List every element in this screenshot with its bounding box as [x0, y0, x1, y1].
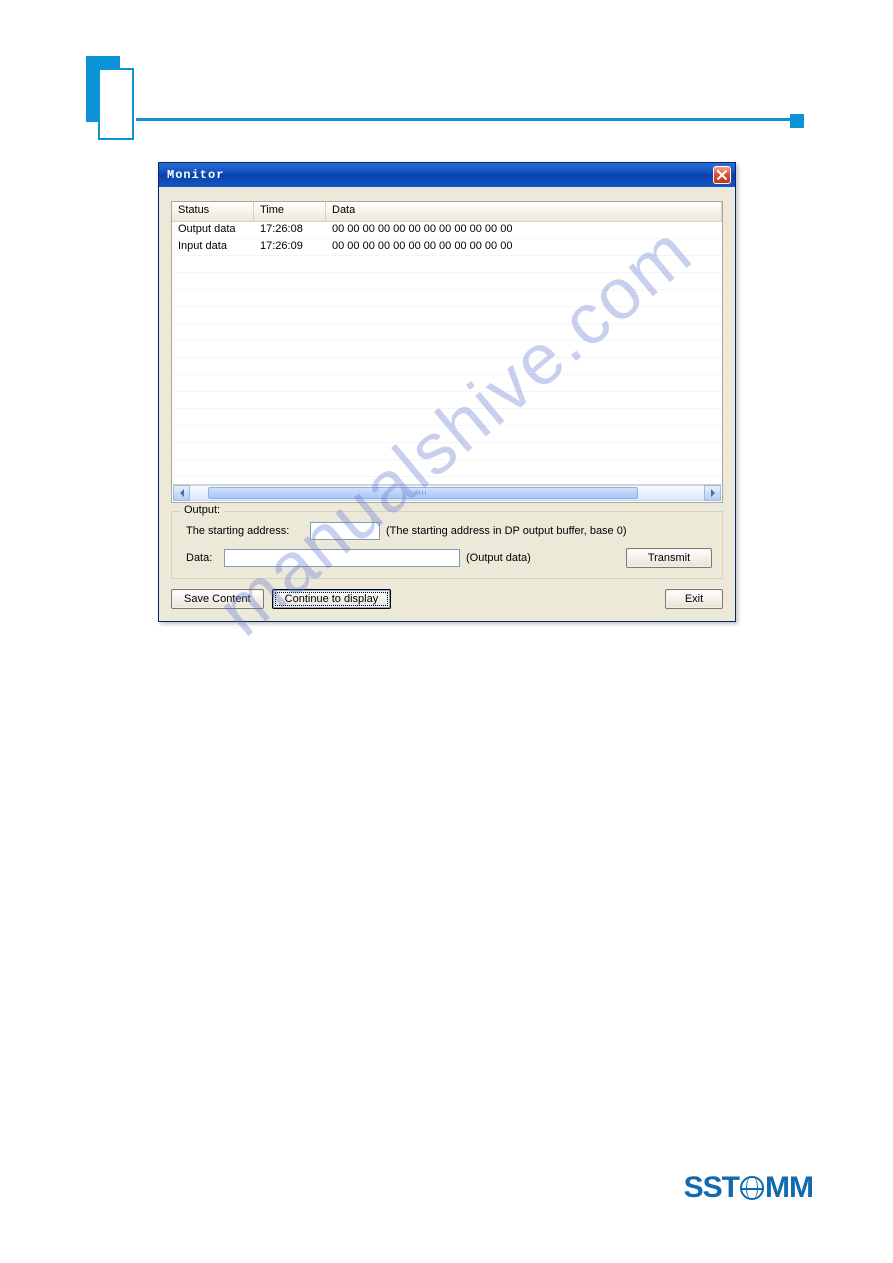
sstomm-logo: SST MM	[684, 1171, 813, 1205]
starting-address-hint: (The starting address in DP output buffe…	[386, 525, 627, 537]
dialog-body: Status Time Data Output data 17:26:08 00…	[159, 187, 735, 621]
data-input[interactable]	[224, 549, 460, 567]
save-content-button[interactable]: Save Content	[171, 589, 264, 609]
column-header-time[interactable]: Time	[254, 202, 326, 221]
logo-part-1: SST	[684, 1171, 739, 1205]
starting-address-label: The starting address:	[186, 525, 304, 537]
scroll-thumb[interactable]	[208, 487, 638, 499]
dialog-titlebar[interactable]: Monitor	[159, 163, 735, 187]
table-body[interactable]: Output data 17:26:08 00 00 00 00 00 00 0…	[172, 222, 722, 484]
starting-address-input[interactable]	[310, 522, 380, 540]
dialog-title: Monitor	[167, 168, 224, 182]
table-row[interactable]: Input data 17:26:09 00 00 00 00 00 00 00…	[172, 239, 722, 256]
cell-data: 00 00 00 00 00 00 00 00 00 00 00 00	[326, 239, 722, 256]
deco-line	[136, 118, 796, 121]
column-header-status[interactable]: Status	[172, 202, 254, 221]
table-header[interactable]: Status Time Data	[172, 202, 722, 222]
monitor-dialog: Monitor Status Time Data Output data 17:…	[158, 162, 736, 622]
cell-status: Input data	[172, 239, 254, 256]
cell-data: 00 00 00 00 00 00 00 00 00 00 00 00	[326, 222, 722, 239]
deco-box-front	[98, 68, 134, 140]
scroll-right-button[interactable]	[704, 485, 721, 501]
output-groupbox: Output: The starting address: (The start…	[171, 511, 723, 579]
cell-time: 17:26:08	[254, 222, 326, 239]
table-row[interactable]: Output data 17:26:08 00 00 00 00 00 00 0…	[172, 222, 722, 239]
output-group-legend: Output:	[180, 504, 224, 516]
close-button[interactable]	[713, 166, 731, 184]
dialog-button-row: Save Content Continue to display Exit	[171, 589, 723, 609]
data-label: Data:	[186, 552, 218, 564]
chevron-left-icon	[179, 489, 185, 497]
transmit-button[interactable]: Transmit	[626, 548, 712, 568]
monitor-table[interactable]: Status Time Data Output data 17:26:08 00…	[171, 201, 723, 503]
data-hint: (Output data)	[466, 552, 531, 564]
globe-icon	[740, 1176, 764, 1200]
page-header-decoration	[86, 56, 796, 156]
scroll-track[interactable]	[190, 485, 704, 501]
continue-display-button[interactable]: Continue to display	[272, 589, 392, 609]
deco-end-square	[790, 114, 804, 128]
horizontal-scrollbar[interactable]	[173, 484, 721, 501]
exit-button[interactable]: Exit	[665, 589, 723, 609]
cell-status: Output data	[172, 222, 254, 239]
scroll-left-button[interactable]	[173, 485, 190, 501]
logo-part-2: MM	[765, 1171, 813, 1205]
chevron-right-icon	[710, 489, 716, 497]
close-icon	[717, 170, 727, 180]
column-header-data[interactable]: Data	[326, 202, 722, 221]
cell-time: 17:26:09	[254, 239, 326, 256]
